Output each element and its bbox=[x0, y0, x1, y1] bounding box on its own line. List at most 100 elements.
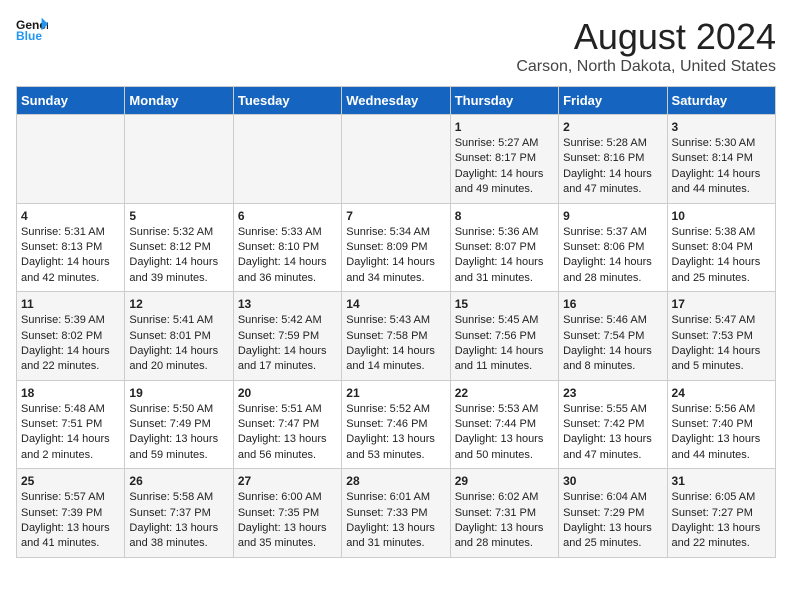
day-number: 7 bbox=[346, 209, 445, 223]
day-number: 24 bbox=[672, 386, 771, 400]
day-info: Sunrise: 5:45 AMSunset: 7:56 PMDaylight:… bbox=[455, 314, 544, 372]
calendar-week-3: 11 Sunrise: 5:39 AMSunset: 8:02 PMDayligh… bbox=[17, 292, 776, 381]
calendar-day: 29 Sunrise: 6:02 AMSunset: 7:31 PMDayligh… bbox=[450, 469, 558, 558]
day-info: Sunrise: 5:39 AMSunset: 8:02 PMDaylight:… bbox=[21, 314, 110, 372]
day-number: 2 bbox=[563, 120, 662, 134]
calendar-title: August 2024 bbox=[516, 16, 776, 58]
day-info: Sunrise: 5:48 AMSunset: 7:51 PMDaylight:… bbox=[21, 403, 110, 461]
header-sunday: Sunday bbox=[17, 87, 125, 115]
day-number: 17 bbox=[672, 297, 771, 311]
day-number: 9 bbox=[563, 209, 662, 223]
day-number: 13 bbox=[238, 297, 337, 311]
calendar-day: 7Sunrise: 5:34 AMSunset: 8:09 PMDaylight… bbox=[342, 203, 450, 292]
day-number: 28 bbox=[346, 474, 445, 488]
day-info: Sunrise: 5:47 AMSunset: 7:53 PMDaylight:… bbox=[672, 314, 761, 372]
day-info: Sunrise: 5:38 AMSunset: 8:04 PMDaylight:… bbox=[672, 226, 761, 284]
header-saturday: Saturday bbox=[667, 87, 775, 115]
calendar-week-5: 25Sunrise: 5:57 AMSunset: 7:39 PMDayligh… bbox=[17, 469, 776, 558]
day-info: Sunrise: 5:36 AMSunset: 8:07 PMDaylight:… bbox=[455, 226, 544, 284]
calendar-day: 11 Sunrise: 5:39 AMSunset: 8:02 PMDayligh… bbox=[17, 292, 125, 381]
calendar-day: 6 Sunrise: 5:33 AMSunset: 8:10 PMDaylight… bbox=[233, 203, 341, 292]
day-number: 30 bbox=[563, 474, 662, 488]
calendar-day: 15 Sunrise: 5:45 AMSunset: 7:56 PMDayligh… bbox=[450, 292, 558, 381]
header-wednesday: Wednesday bbox=[342, 87, 450, 115]
calendar-day: 26Sunrise: 5:58 AMSunset: 7:37 PMDayligh… bbox=[125, 469, 233, 558]
calendar-day bbox=[125, 115, 233, 204]
calendar-day: 17 Sunrise: 5:47 AMSunset: 7:53 PMDayligh… bbox=[667, 292, 775, 381]
calendar-subtitle: Carson, North Dakota, United States bbox=[516, 58, 776, 76]
day-number: 10 bbox=[672, 209, 771, 223]
calendar-week-4: 18 Sunrise: 5:48 AMSunset: 7:51 PMDayligh… bbox=[17, 380, 776, 469]
day-number: 25 bbox=[21, 474, 120, 488]
day-info: Sunrise: 5:33 AMSunset: 8:10 PMDaylight:… bbox=[238, 226, 327, 284]
day-number: 14 bbox=[346, 297, 445, 311]
day-number: 16 bbox=[563, 297, 662, 311]
day-info: Sunrise: 5:43 AMSunset: 7:58 PMDaylight:… bbox=[346, 314, 435, 372]
calendar-day: 4 Sunrise: 5:31 AMSunset: 8:13 PMDaylight… bbox=[17, 203, 125, 292]
day-number: 12 bbox=[129, 297, 228, 311]
logo-icon: General Blue bbox=[16, 16, 48, 44]
day-number: 21 bbox=[346, 386, 445, 400]
day-info: Sunrise: 5:28 AMSunset: 8:16 PMDaylight:… bbox=[563, 137, 652, 195]
day-number: 3 bbox=[672, 120, 771, 134]
calendar-day: 21 Sunrise: 5:52 AMSunset: 7:46 PMDayligh… bbox=[342, 380, 450, 469]
day-info: Sunrise: 5:27 AMSunset: 8:17 PMDaylight:… bbox=[455, 137, 544, 195]
day-number: 19 bbox=[129, 386, 228, 400]
calendar-day: 13Sunrise: 5:42 AMSunset: 7:59 PMDayligh… bbox=[233, 292, 341, 381]
header-tuesday: Tuesday bbox=[233, 87, 341, 115]
day-info: Sunrise: 5:52 AMSunset: 7:46 PMDaylight:… bbox=[346, 403, 435, 461]
calendar-day: 28 Sunrise: 6:01 AMSunset: 7:33 PMDayligh… bbox=[342, 469, 450, 558]
calendar-day bbox=[342, 115, 450, 204]
day-number: 5 bbox=[129, 209, 228, 223]
day-number: 6 bbox=[238, 209, 337, 223]
header-thursday: Thursday bbox=[450, 87, 558, 115]
header-friday: Friday bbox=[559, 87, 667, 115]
day-info: Sunrise: 6:00 AMSunset: 7:35 PMDaylight:… bbox=[238, 491, 327, 549]
calendar-day bbox=[233, 115, 341, 204]
title-area: August 2024 Carson, North Dakota, United… bbox=[516, 16, 776, 76]
day-info: Sunrise: 6:01 AMSunset: 7:33 PMDaylight:… bbox=[346, 491, 435, 549]
calendar-day: 3Sunrise: 5:30 AMSunset: 8:14 PMDaylight… bbox=[667, 115, 775, 204]
day-number: 18 bbox=[21, 386, 120, 400]
calendar-day: 19 Sunrise: 5:50 AMSunset: 7:49 PMDayligh… bbox=[125, 380, 233, 469]
calendar-day: 31Sunrise: 6:05 AMSunset: 7:27 PMDayligh… bbox=[667, 469, 775, 558]
header-monday: Monday bbox=[125, 87, 233, 115]
day-number: 15 bbox=[455, 297, 554, 311]
calendar-day bbox=[17, 115, 125, 204]
day-number: 27 bbox=[238, 474, 337, 488]
calendar-day: 16 Sunrise: 5:46 AMSunset: 7:54 PMDayligh… bbox=[559, 292, 667, 381]
calendar-day: 1Sunrise: 5:27 AMSunset: 8:17 PMDaylight… bbox=[450, 115, 558, 204]
day-number: 26 bbox=[129, 474, 228, 488]
day-number: 4 bbox=[21, 209, 120, 223]
calendar-week-1: 1Sunrise: 5:27 AMSunset: 8:17 PMDaylight… bbox=[17, 115, 776, 204]
calendar-day: 20Sunrise: 5:51 AMSunset: 7:47 PMDayligh… bbox=[233, 380, 341, 469]
calendar-day: 12 Sunrise: 5:41 AMSunset: 8:01 PMDayligh… bbox=[125, 292, 233, 381]
day-number: 8 bbox=[455, 209, 554, 223]
calendar-day: 8 Sunrise: 5:36 AMSunset: 8:07 PMDaylight… bbox=[450, 203, 558, 292]
day-info: Sunrise: 5:37 AMSunset: 8:06 PMDaylight:… bbox=[563, 226, 652, 284]
calendar-day: 23Sunrise: 5:55 AMSunset: 7:42 PMDayligh… bbox=[559, 380, 667, 469]
day-number: 11 bbox=[21, 297, 120, 311]
calendar-week-2: 4 Sunrise: 5:31 AMSunset: 8:13 PMDaylight… bbox=[17, 203, 776, 292]
calendar-day: 9 Sunrise: 5:37 AMSunset: 8:06 PMDaylight… bbox=[559, 203, 667, 292]
calendar-day: 18 Sunrise: 5:48 AMSunset: 7:51 PMDayligh… bbox=[17, 380, 125, 469]
day-info: Sunrise: 5:41 AMSunset: 8:01 PMDaylight:… bbox=[129, 314, 218, 372]
calendar-day: 5Sunrise: 5:32 AMSunset: 8:12 PMDaylight… bbox=[125, 203, 233, 292]
day-info: Sunrise: 5:46 AMSunset: 7:54 PMDaylight:… bbox=[563, 314, 652, 372]
calendar-day: 24 Sunrise: 5:56 AMSunset: 7:40 PMDayligh… bbox=[667, 380, 775, 469]
day-number: 29 bbox=[455, 474, 554, 488]
day-info: Sunrise: 5:56 AMSunset: 7:40 PMDaylight:… bbox=[672, 403, 761, 461]
calendar-day: 25Sunrise: 5:57 AMSunset: 7:39 PMDayligh… bbox=[17, 469, 125, 558]
day-number: 23 bbox=[563, 386, 662, 400]
day-number: 31 bbox=[672, 474, 771, 488]
day-info: Sunrise: 6:02 AMSunset: 7:31 PMDaylight:… bbox=[455, 491, 544, 549]
logo: General Blue bbox=[16, 16, 48, 44]
day-info: Sunrise: 5:53 AMSunset: 7:44 PMDaylight:… bbox=[455, 403, 544, 461]
header-row: Sunday Monday Tuesday Wednesday Thursday… bbox=[17, 87, 776, 115]
day-info: Sunrise: 5:31 AMSunset: 8:13 PMDaylight:… bbox=[21, 226, 110, 284]
calendar-day: 22Sunrise: 5:53 AMSunset: 7:44 PMDayligh… bbox=[450, 380, 558, 469]
page-header: General Blue August 2024 Carson, North D… bbox=[16, 16, 776, 76]
calendar-table: Sunday Monday Tuesday Wednesday Thursday… bbox=[16, 86, 776, 558]
day-info: Sunrise: 5:50 AMSunset: 7:49 PMDaylight:… bbox=[129, 403, 218, 461]
calendar-day: 30Sunrise: 6:04 AMSunset: 7:29 PMDayligh… bbox=[559, 469, 667, 558]
